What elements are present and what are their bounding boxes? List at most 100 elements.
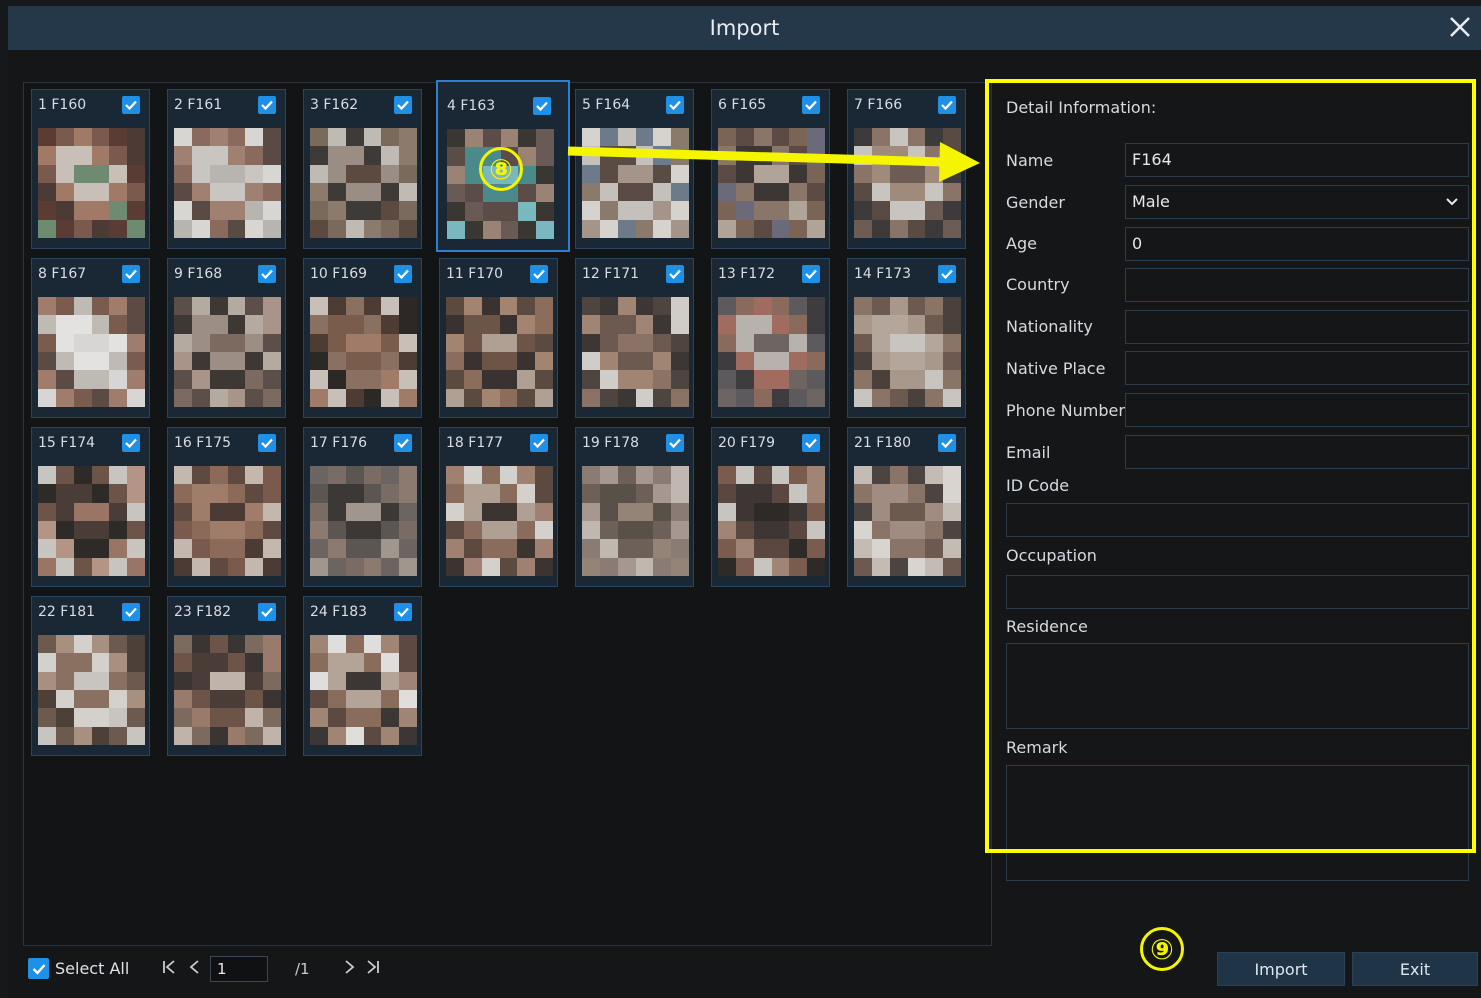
thumbnail-label: 20 F179: [718, 435, 776, 451]
name-field[interactable]: F164: [1125, 143, 1469, 177]
first-page-icon[interactable]: [160, 958, 178, 981]
face-thumbnail[interactable]: 21 F180: [847, 427, 966, 587]
thumbnail-checkbox[interactable]: [938, 265, 956, 283]
thumbnail-checkbox[interactable]: [258, 434, 276, 452]
native-place-field[interactable]: [1125, 351, 1469, 385]
checkmark-icon: [261, 607, 273, 618]
face-image: [174, 297, 281, 407]
face-thumbnail[interactable]: 16 F175: [167, 427, 286, 587]
thumbnail-checkbox[interactable]: [394, 603, 412, 621]
email-field[interactable]: [1125, 435, 1469, 469]
thumbnail-checkbox[interactable]: [533, 97, 551, 115]
thumbnail-checkbox[interactable]: [938, 434, 956, 452]
thumbnail-label: 2 F161: [174, 97, 223, 113]
thumbnail-checkbox[interactable]: [122, 96, 140, 114]
face-thumbnail[interactable]: 17 F176: [303, 427, 422, 587]
face-thumbnail[interactable]: 8 F167: [31, 258, 150, 418]
thumbnail-checkbox[interactable]: [258, 603, 276, 621]
checkmark-icon: [941, 269, 953, 280]
face-thumbnail[interactable]: 3 F162: [303, 89, 422, 249]
page-number-input[interactable]: 1: [210, 956, 268, 982]
gender-label: Gender: [1006, 193, 1065, 212]
thumbnail-checkbox[interactable]: [258, 96, 276, 114]
phone-number-field[interactable]: [1125, 393, 1469, 427]
close-button[interactable]: [1443, 10, 1477, 44]
face-thumbnail[interactable]: 18 F177: [439, 427, 558, 587]
thumbnail-label: 19 F178: [582, 435, 640, 451]
country-field[interactable]: [1125, 268, 1469, 302]
face-thumbnail[interactable]: 20 F179: [711, 427, 830, 587]
thumbnail-checkbox[interactable]: [394, 96, 412, 114]
checkmark-icon: [805, 438, 817, 449]
face-thumbnail[interactable]: 2 F161: [167, 89, 286, 249]
thumbnail-checkbox[interactable]: [122, 434, 140, 452]
face-thumbnail[interactable]: 22 F181: [31, 596, 150, 756]
face-image: [718, 466, 825, 576]
thumbnail-checkbox[interactable]: [122, 603, 140, 621]
import-button[interactable]: Import: [1217, 952, 1345, 986]
face-thumbnail[interactable]: 15 F174: [31, 427, 150, 587]
thumbnail-label: 10 F169: [310, 266, 368, 282]
face-thumbnail[interactable]: 23 F182: [167, 596, 286, 756]
prev-page-icon[interactable]: [186, 958, 204, 981]
residence-field[interactable]: [1006, 643, 1469, 729]
checkmark-icon: [261, 438, 273, 449]
thumbnail-checkbox[interactable]: [666, 434, 684, 452]
thumbnail-label: 23 F182: [174, 604, 232, 620]
face-image: [310, 635, 417, 745]
occupation-field[interactable]: [1006, 575, 1469, 609]
face-thumbnail[interactable]: 13 F172: [711, 258, 830, 418]
face-image: [174, 128, 281, 238]
thumbnail-checkbox[interactable]: [122, 265, 140, 283]
checkmark-icon: [941, 100, 953, 111]
thumbnail-label: 18 F177: [446, 435, 504, 451]
thumbnail-checkbox[interactable]: [394, 434, 412, 452]
id-code-field[interactable]: [1006, 503, 1469, 537]
next-page-icon[interactable]: [340, 958, 358, 981]
detail-info-title: Detail Information:: [1006, 98, 1157, 117]
select-all-label[interactable]: Select All: [55, 959, 129, 978]
thumbnail-label: 9 F168: [174, 266, 223, 282]
face-thumbnail[interactable]: 9 F168: [167, 258, 286, 418]
email-label: Email: [1006, 443, 1051, 462]
nationality-field[interactable]: [1125, 310, 1469, 344]
thumbnail-checkbox[interactable]: [802, 434, 820, 452]
thumbnail-checkbox[interactable]: [530, 434, 548, 452]
thumbnail-checkbox[interactable]: [938, 96, 956, 114]
checkmark-icon: [669, 438, 681, 449]
last-page-icon[interactable]: [364, 958, 382, 981]
face-thumbnail[interactable]: 12 F171: [575, 258, 694, 418]
checkmark-icon: [397, 438, 409, 449]
thumbnail-label: 6 F165: [718, 97, 767, 113]
page-total: /1: [295, 960, 310, 978]
thumbnail-label: 24 F183: [310, 604, 368, 620]
face-thumbnail[interactable]: 1 F160: [31, 89, 150, 249]
face-image: [38, 128, 145, 238]
thumbnail-checkbox[interactable]: [666, 265, 684, 283]
checkmark-icon: [125, 607, 137, 618]
thumbnail-checkbox[interactable]: [394, 265, 412, 283]
thumbnail-checkbox[interactable]: [802, 265, 820, 283]
face-thumbnail[interactable]: 11 F170: [439, 258, 558, 418]
thumbnail-checkbox[interactable]: [258, 265, 276, 283]
id-code-label: ID Code: [1006, 476, 1070, 495]
age-field[interactable]: 0: [1125, 227, 1469, 261]
thumbnail-checkbox[interactable]: [530, 265, 548, 283]
face-image: [446, 297, 553, 407]
thumbnail-label: 8 F167: [38, 266, 87, 282]
select-all-checkbox[interactable]: [28, 958, 49, 979]
gender-select[interactable]: Male: [1125, 185, 1469, 219]
face-thumbnail[interactable]: 14 F173: [847, 258, 966, 418]
occupation-label: Occupation: [1006, 546, 1097, 565]
age-label: Age: [1006, 234, 1037, 253]
face-thumbnail[interactable]: 10 F169: [303, 258, 422, 418]
face-thumbnail[interactable]: 24 F183: [303, 596, 422, 756]
face-image: [38, 297, 145, 407]
thumbnail-checkbox[interactable]: [666, 96, 684, 114]
remark-field[interactable]: [1006, 765, 1469, 881]
checkmark-icon: [805, 100, 817, 111]
thumbnail-checkbox[interactable]: [802, 96, 820, 114]
exit-button[interactable]: Exit: [1352, 952, 1478, 986]
checkmark-icon: [805, 269, 817, 280]
face-thumbnail[interactable]: 19 F178: [575, 427, 694, 587]
